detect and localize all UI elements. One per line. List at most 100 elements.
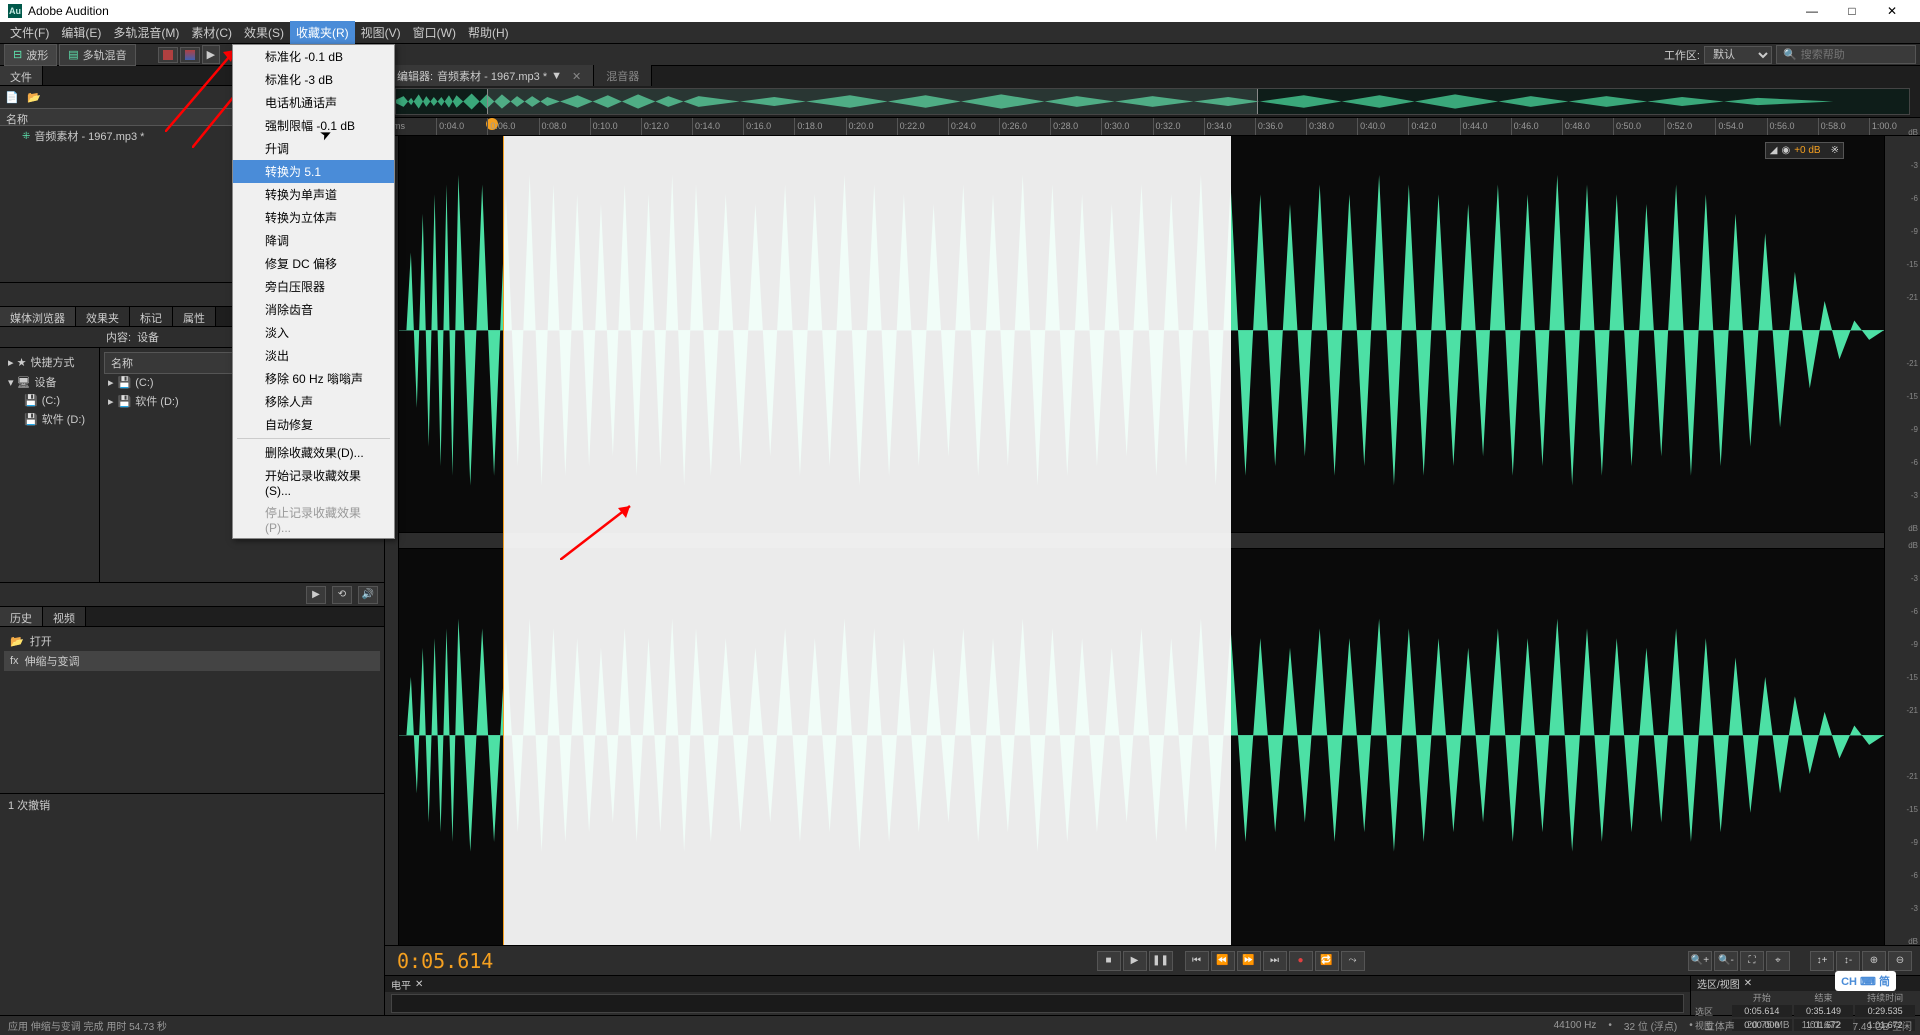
stop-button[interactable]: ■ [1097,951,1121,971]
playhead-line[interactable] [503,136,504,945]
fav-hard-limit[interactable]: 强制限幅 -0.1 dB [233,114,394,137]
zoom-out-vert-button[interactable]: ↕- [1836,951,1860,971]
play-button[interactable]: ▶ [1123,951,1147,971]
overview-waveform[interactable] [385,86,1920,118]
zoom-full-button[interactable]: ⛶ [1740,951,1764,971]
multitrack-view-button[interactable]: ▤多轨混音 [59,44,135,66]
menu-edit[interactable]: 编辑(E) [55,21,107,44]
fav-delete[interactable]: 删除收藏效果(D)... [233,441,394,464]
tool-button[interactable]: ▶ [202,45,220,64]
fav-convert-stereo[interactable]: 转换为立体声 [233,206,394,229]
zoom-in-button[interactable]: 🔍+ [1688,951,1712,971]
maximize-button[interactable]: □ [1832,0,1872,22]
menu-clip[interactable]: 素材(C) [185,21,238,44]
minimize-button[interactable]: — [1792,0,1832,22]
time-selection[interactable] [503,136,1231,945]
menu-window[interactable]: 窗口(W) [407,21,462,44]
selection-view-tab[interactable]: 选区/视图 [1697,976,1740,991]
loop-button[interactable]: 🔁 [1315,951,1339,971]
sel-start[interactable]: 0:05.614 [1732,1005,1792,1017]
waveform-display[interactable]: ◢ ◉ +0 dB ※ [399,136,1884,945]
fav-remove-60hz[interactable]: 移除 60 Hz 嗡嗡声 [233,367,394,390]
close-button[interactable]: ✕ [1872,0,1912,22]
zoom-out-button[interactable]: 🔍- [1714,951,1738,971]
pause-button[interactable]: ❚❚ [1149,951,1173,971]
zoom-in-point-button[interactable]: ⊕ [1862,951,1886,971]
status-bar: 应用 伸缩与变调 完成 用时 54.73 秒 44100 Hz • 32 位 (… [0,1015,1920,1035]
media-auto-button[interactable]: 🔊 [358,586,378,604]
level-meter[interactable] [391,994,1684,1013]
menu-help[interactable]: 帮助(H) [462,21,515,44]
menu-effects[interactable]: 效果(S) [238,21,290,44]
fav-normalize-3[interactable]: 标准化 -3 dB [233,68,394,91]
devices-tree-item[interactable]: ▾ 🖥 设备 [4,372,95,392]
ime-indicator[interactable]: CH ⌨ 简 [1835,971,1896,991]
time-ruler[interactable]: hms0:04.00:06.00:08.00:10.00:12.00:14.00… [385,118,1920,136]
rewind-button[interactable]: ⏪ [1211,951,1235,971]
workspace-select[interactable]: 默认 [1704,46,1772,64]
forward-button[interactable]: ⏩ [1237,951,1261,971]
goto-start-button[interactable]: ⏮ [1185,951,1209,971]
volume-hud[interactable]: ◢ ◉ +0 dB ※ [1765,142,1844,159]
skip-selection-button[interactable]: ⤳ [1341,951,1365,971]
history-stretch[interactable]: fx伸缩与变调 [4,651,380,671]
drive-d-item[interactable]: 💾软件 (D:) [4,409,95,429]
media-play-button[interactable]: ▶ [306,586,326,604]
properties-tab[interactable]: 属性 [173,307,216,326]
fav-convert-5.1[interactable]: 转换为 5.1 [233,160,394,183]
new-file-icon[interactable]: 📄 [4,89,20,105]
close-tab-icon[interactable]: ✕ [572,70,581,83]
waveform-view-button[interactable]: ⊟波形 [4,44,57,66]
zoom-in-vert-button[interactable]: ↕+ [1810,951,1834,971]
zoom-selection-button[interactable]: ⌖ [1766,951,1790,971]
sel-dur[interactable]: 0:29.535 [1855,1005,1915,1017]
fav-fade-in[interactable]: 淡入 [233,321,394,344]
levels-tab[interactable]: 电平 [391,977,411,992]
menu-file[interactable]: 文件(F) [4,21,55,44]
files-panel-tab[interactable]: 文件 [0,66,43,85]
spectral-pitch-button[interactable] [180,47,200,63]
fav-normalize-0.1[interactable]: 标准化 -0.1 dB [233,45,394,68]
video-tab[interactable]: 视频 [43,607,86,626]
media-browser-tab[interactable]: 媒体浏览器 [0,307,76,326]
fav-fix-dc[interactable]: 修复 DC 偏移 [233,252,394,275]
menu-bar: 文件(F) 编辑(E) 多轨混音(M) 素材(C) 效果(S) 收藏夹(R) 视… [0,22,1920,44]
fav-pitch-up[interactable]: 升调 [233,137,394,160]
spectral-freq-button[interactable] [158,47,178,63]
fav-convert-mono[interactable]: 转换为单声道 [233,183,394,206]
hud-pin-icon[interactable]: ※ [1831,145,1839,156]
col-name[interactable]: 名称 [0,109,264,125]
fav-fade-out[interactable]: 淡出 [233,344,394,367]
help-search[interactable]: 🔍 [1776,45,1916,64]
media-loop-button[interactable]: ⟲ [332,586,352,604]
menu-favorites[interactable]: 收藏夹(R) [290,21,355,44]
fav-remove-vocal[interactable]: 移除人声 [233,390,394,413]
history-open[interactable]: 📂打开 [4,631,380,651]
help-search-input[interactable] [1801,49,1909,61]
shortcuts-tree-item[interactable]: ▸ ★ 快捷方式 [4,352,95,372]
fav-telephone[interactable]: 电话机通话声 [233,91,394,114]
fav-deess[interactable]: 消除齿音 [233,298,394,321]
fav-voice-comp[interactable]: 旁白压限器 [233,275,394,298]
device-value: 设备 [137,329,159,345]
sel-end[interactable]: 0:35.149 [1794,1005,1854,1017]
editor-tab-active[interactable]: 编辑器: 音频素材 - 1967.mp3 * ▼ ✕ [385,65,594,87]
hud-knob-icon[interactable]: ◉ [1781,145,1790,156]
timecode-display[interactable]: 0:05.614 [393,949,773,973]
fav-pitch-down[interactable]: 降调 [233,229,394,252]
markers-tab[interactable]: 标记 [130,307,173,326]
record-button[interactable]: ● [1289,951,1313,971]
transport-bar: 0:05.614 ■ ▶ ❚❚ ⏮ ⏪ ⏩ ⏭ ● 🔁 ⤳ 🔍+ 🔍- ⛶ ⌖ [385,945,1920,975]
fav-auto-heal[interactable]: 自动修复 [233,413,394,436]
menu-multitrack[interactable]: 多轨混音(M) [107,21,185,44]
open-file-icon[interactable]: 📂 [26,89,42,105]
mixer-tab[interactable]: 混音器 [594,65,652,87]
fav-start-record[interactable]: 开始记录收藏效果(S)... [233,464,394,501]
effects-rack-tab[interactable]: 效果夹 [76,307,130,326]
drive-c-item[interactable]: 💾(C:) [4,392,95,409]
goto-end-button[interactable]: ⏭ [1263,951,1287,971]
history-tab[interactable]: 历史 [0,607,43,626]
zoom-out-point-button[interactable]: ⊖ [1888,951,1912,971]
tab-dropdown-icon[interactable]: ▼ [551,70,562,82]
menu-view[interactable]: 视图(V) [355,21,407,44]
